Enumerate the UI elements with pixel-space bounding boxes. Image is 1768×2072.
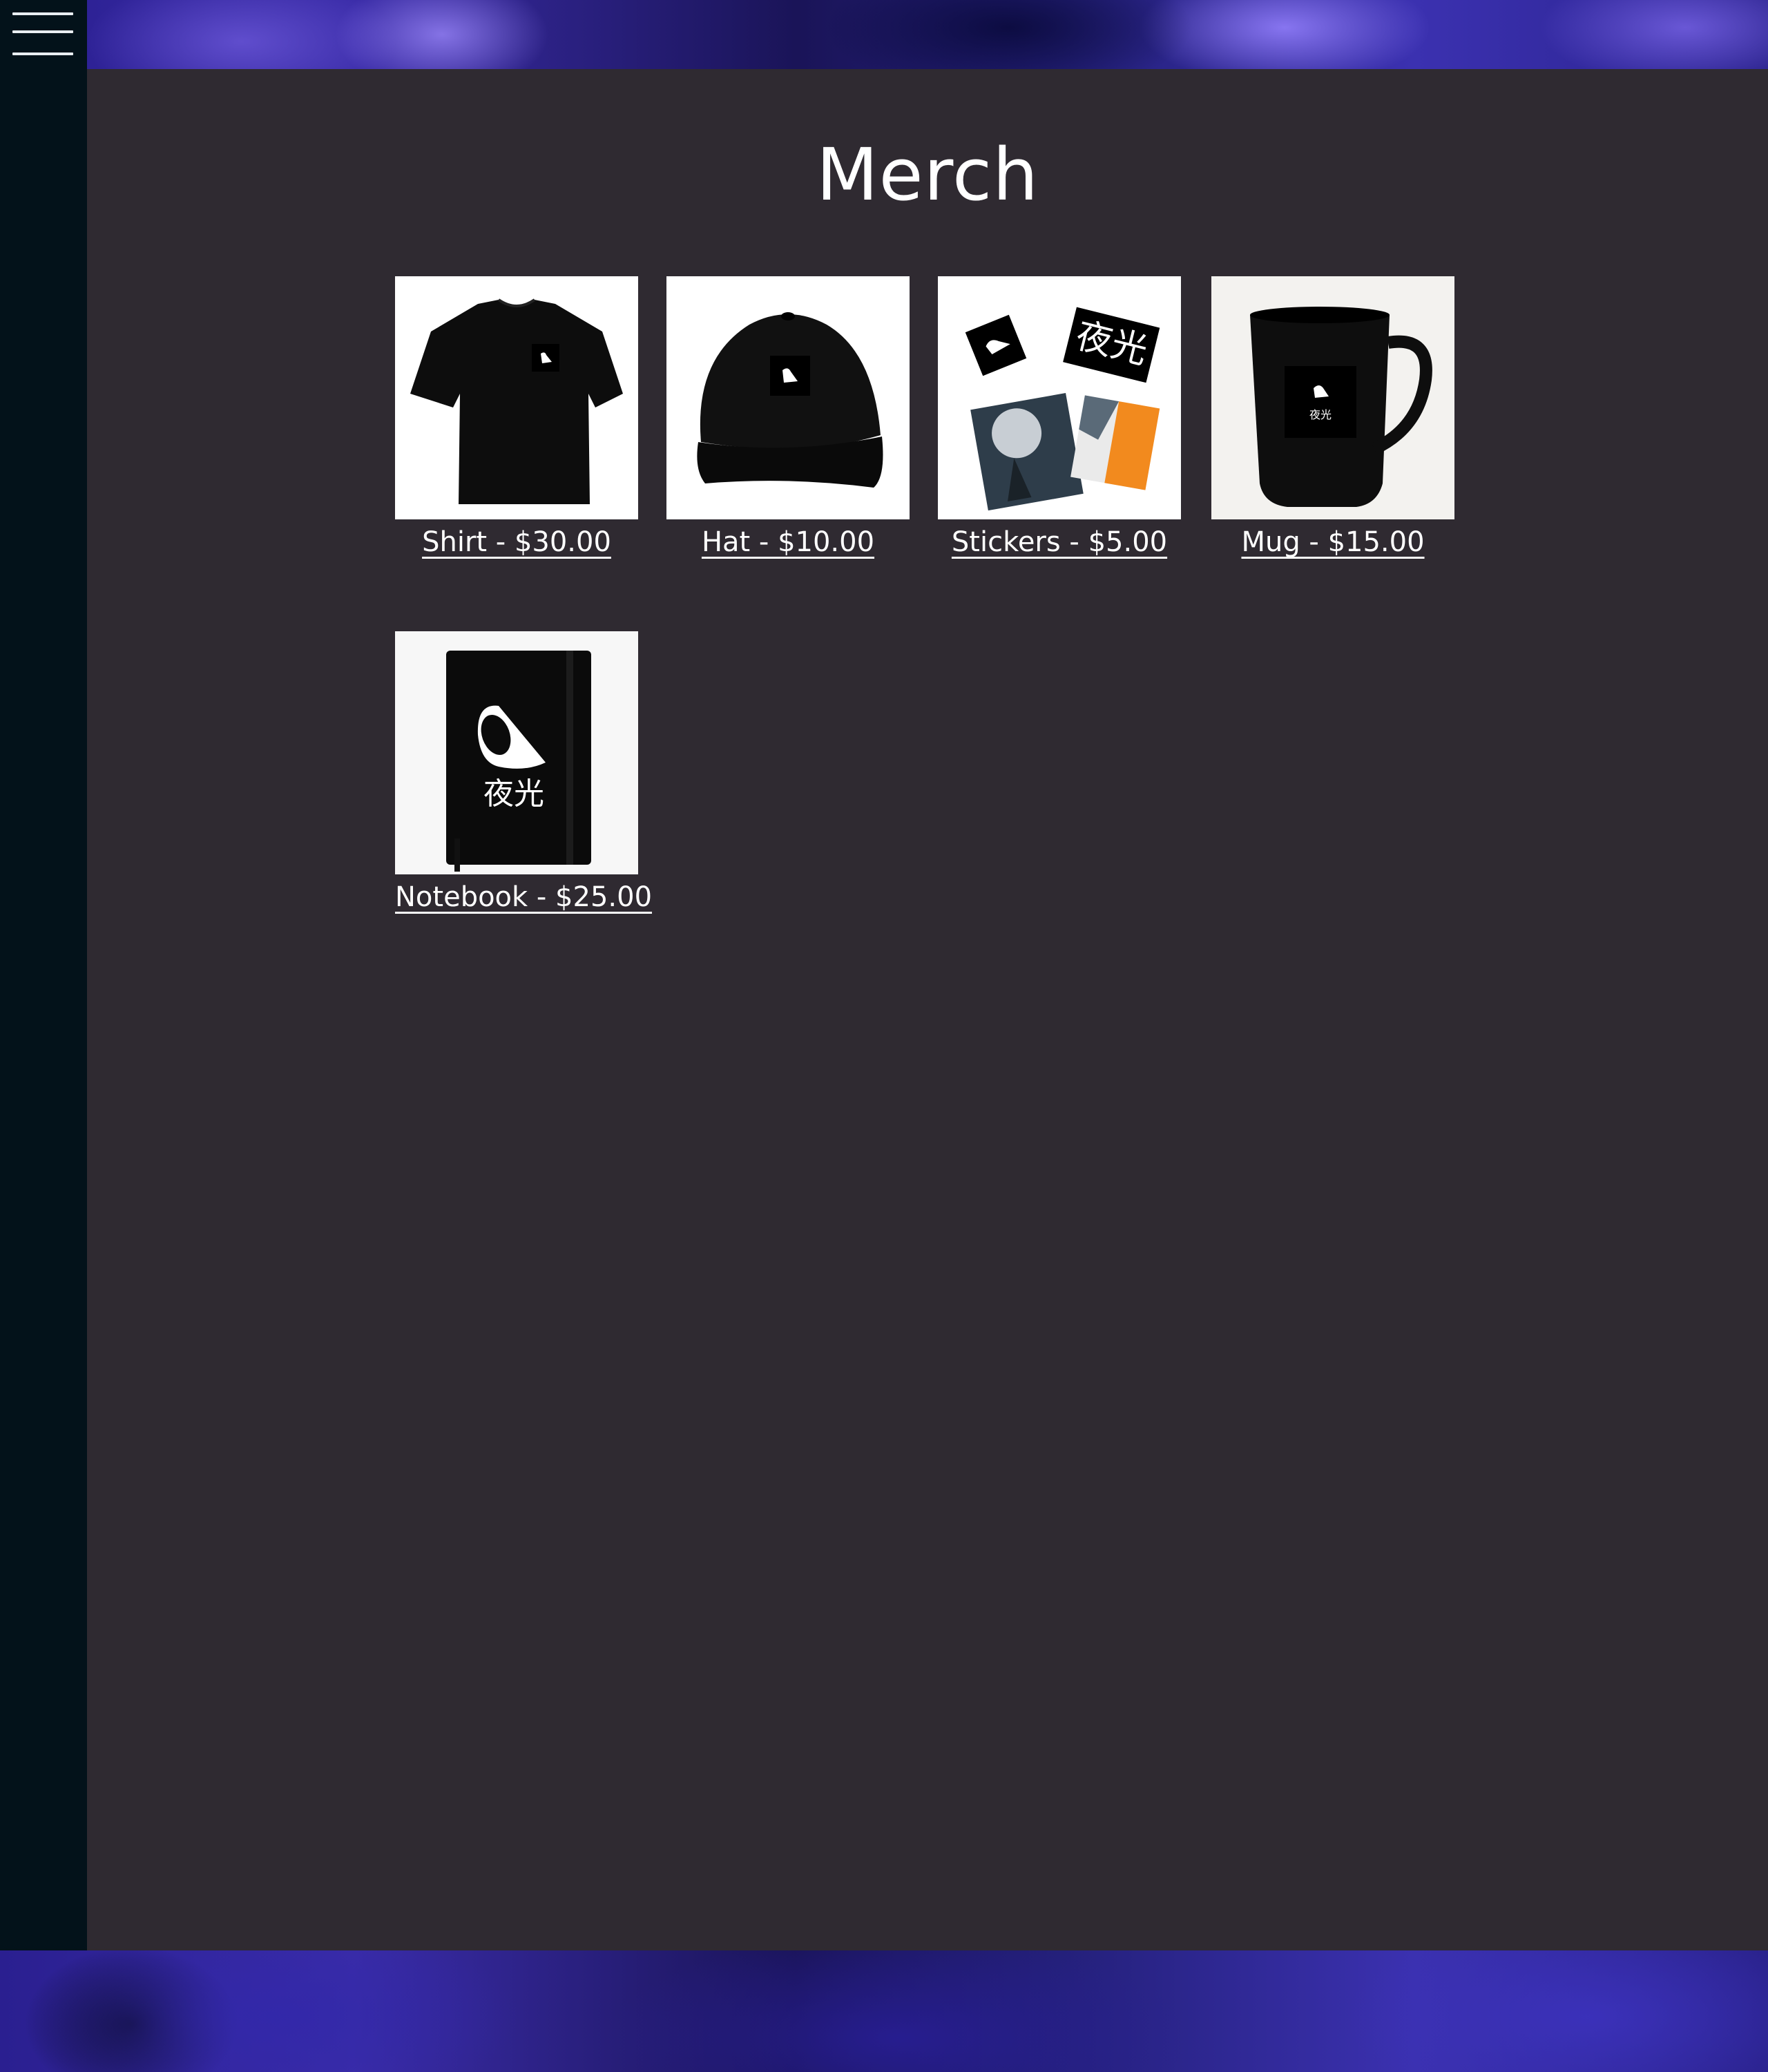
- product-link-hat[interactable]: Hat - $10.00: [702, 526, 874, 558]
- hat-image[interactable]: [666, 276, 910, 519]
- hamburger-menu-button[interactable]: [12, 10, 73, 58]
- notebook-image[interactable]: 夜光: [395, 631, 638, 874]
- product-link-shirt[interactable]: Shirt - $30.00: [422, 526, 611, 558]
- product-card-hat: Hat - $10.00: [666, 276, 910, 558]
- product-card-notebook: 夜光 Notebook - $25.00: [395, 631, 652, 913]
- svg-text:夜光: 夜光: [483, 776, 544, 812]
- shirt-image[interactable]: [395, 276, 638, 519]
- product-card-mug: 夜光 Mug - $15.00: [1211, 276, 1454, 558]
- svg-text:夜光: 夜光: [1309, 408, 1332, 421]
- page-title: Merch: [816, 133, 1039, 217]
- sidebar: [0, 0, 87, 1950]
- menu-line-icon: [12, 12, 73, 15]
- menu-line-icon: [12, 30, 73, 33]
- product-card-shirt: Shirt - $30.00: [395, 276, 638, 558]
- product-link-stickers[interactable]: Stickers - $5.00: [952, 526, 1167, 558]
- stickers-image[interactable]: 夜光: [938, 276, 1181, 519]
- menu-line-icon: [12, 52, 73, 55]
- product-link-mug[interactable]: Mug - $15.00: [1241, 526, 1424, 558]
- product-card-stickers: 夜光 Stickers - $5.00: [938, 276, 1181, 558]
- merch-panel: Merch Shirt - $30.00 Hat - $10.00 夜光 Sti…: [87, 69, 1768, 1950]
- product-link-notebook[interactable]: Notebook - $25.00: [395, 881, 652, 913]
- mug-image[interactable]: 夜光: [1211, 276, 1454, 519]
